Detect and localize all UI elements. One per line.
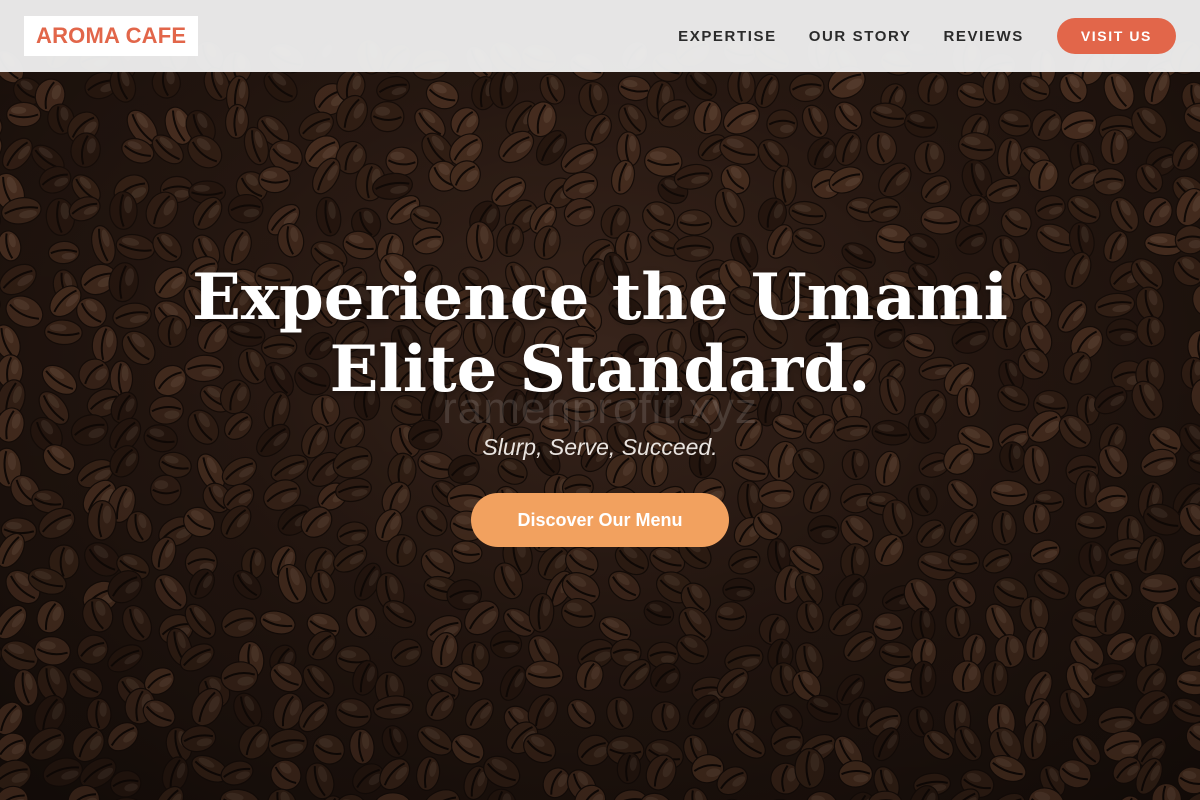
hero-title: Experience the Umami Elite Standard.: [150, 262, 1050, 406]
hero-tagline: Slurp, Serve, Succeed.: [482, 434, 718, 460]
nav-link-reviews[interactable]: REVIEWS: [943, 28, 1023, 45]
discover-menu-button[interactable]: Discover Our Menu: [471, 493, 729, 547]
nav-link-our-story[interactable]: OUR STORY: [809, 28, 912, 45]
main-nav: EXPERTISE OUR STORY REVIEWS VISIT US: [678, 18, 1176, 54]
landing-page: AROMA CAFE EXPERTISE OUR STORY REVIEWS V…: [0, 0, 1200, 800]
hero-title-line-2: Elite Standard.: [329, 332, 871, 407]
brand-logo[interactable]: AROMA CAFE: [24, 16, 199, 56]
site-header: AROMA CAFE EXPERTISE OUR STORY REVIEWS V…: [0, 0, 1200, 72]
visit-us-button[interactable]: VISIT US: [1056, 18, 1176, 54]
nav-link-expertise[interactable]: EXPERTISE: [678, 28, 777, 45]
hero-title-line-1: Experience the Umami: [192, 260, 1008, 335]
hero-text-block: Experience the Umami Elite Standard.: [0, 262, 1200, 406]
